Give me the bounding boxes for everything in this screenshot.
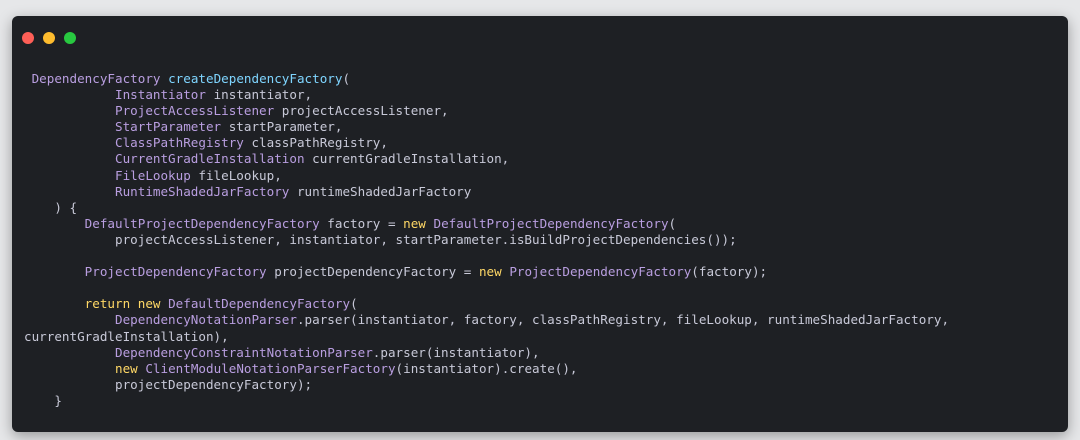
code-line: RuntimeShadedJarFactory runtimeShadedJar…	[24, 184, 949, 200]
code-token: currentGradleInstallation,	[304, 151, 510, 167]
code-token: projectAccessListener, instantiator, sta…	[24, 231, 737, 247]
code-line: }	[24, 393, 949, 409]
code-token: fileLookup,	[190, 167, 282, 183]
code-token: ) {	[24, 199, 78, 215]
code-token: CurrentGradleInstallation	[24, 151, 305, 167]
code-token: currentGradleInstallation),	[24, 328, 229, 344]
code-token: ClassPathRegistry	[24, 135, 244, 151]
code-token: (	[668, 215, 677, 231]
window-controls	[22, 32, 76, 44]
code-line: projectDependencyFactory);	[24, 377, 949, 393]
code-line: projectAccessListener, instantiator, sta…	[24, 232, 949, 248]
code-line: FileLookup fileLookup,	[24, 168, 949, 184]
code-token: startParameter,	[221, 119, 343, 135]
minimize-button[interactable]	[43, 32, 55, 44]
code-line: ClassPathRegistry classPathRegistry,	[24, 135, 949, 151]
code-token: projectDependencyFactory	[266, 264, 464, 280]
code-token: (	[350, 296, 358, 312]
code-line: new ClientModuleNotationParserFactory(in…	[24, 361, 949, 377]
code-token: .parser(instantiator, factory, classPath…	[296, 312, 950, 328]
code-token: ProjectDependencyFactory	[509, 264, 692, 280]
code-token: factory	[319, 215, 388, 231]
code-line: DependencyNotationParser.parser(instanti…	[24, 312, 949, 328]
code-token: new	[403, 215, 426, 231]
close-button[interactable]	[22, 32, 34, 44]
code-line: ) {	[24, 200, 949, 216]
code-token: DependencyNotationParser	[24, 312, 297, 328]
code-token: RuntimeShadedJarFactory	[24, 183, 290, 199]
code-token: Instantiator	[24, 87, 206, 103]
code-line: DependencyFactory createDependencyFactor…	[24, 71, 949, 87]
code-token: .parser(instantiator),	[372, 344, 540, 360]
code-token: projectAccessListener,	[274, 103, 449, 119]
code-block: DependencyFactory createDependencyFactor…	[24, 71, 949, 409]
code-token: (	[342, 71, 351, 86]
code-token: DefaultDependencyFactory	[168, 296, 351, 312]
code-token: =	[387, 215, 396, 231]
code-token: (factory);	[691, 264, 768, 280]
code-token: return new	[24, 296, 161, 312]
code-line: CurrentGradleInstallation currentGradleI…	[24, 151, 949, 167]
code-token: ProjectAccessListener	[24, 103, 275, 119]
code-line: return new DefaultDependencyFactory(	[24, 296, 949, 312]
code-token: DefaultProjectDependencyFactory	[24, 215, 320, 231]
code-token: FileLookup	[24, 167, 191, 183]
code-window: DependencyFactory createDependencyFactor…	[12, 16, 1068, 432]
code-token: ProjectDependencyFactory	[24, 264, 267, 280]
code-token: instantiator,	[205, 87, 313, 103]
code-token: new	[478, 264, 502, 280]
code-line: ProjectAccessListener projectAccessListe…	[24, 103, 949, 119]
code-line: StartParameter startParameter,	[24, 119, 949, 135]
code-token: StartParameter	[24, 119, 222, 135]
code-line: DependencyConstraintNotationParser.parse…	[24, 345, 949, 361]
code-token: }	[24, 392, 62, 408]
code-token: new	[24, 360, 138, 376]
code-line: DefaultProjectDependencyFactory factory …	[24, 216, 949, 232]
code-token: DependencyConstraintNotationParser	[24, 344, 373, 360]
maximize-button[interactable]	[64, 32, 76, 44]
code-token: DefaultProjectDependencyFactory	[433, 215, 669, 231]
code-line: ProjectDependencyFactory projectDependen…	[24, 264, 949, 280]
code-token: (instantiator).create(),	[395, 360, 578, 376]
code-token: ClientModuleNotationParserFactory	[145, 360, 396, 376]
code-token: projectDependencyFactory);	[24, 376, 313, 392]
code-line: currentGradleInstallation),	[24, 329, 949, 345]
code-token: createDependencyFactory	[168, 71, 343, 86]
code-token: classPathRegistry,	[243, 135, 388, 151]
code-token: DependencyFactory	[24, 71, 161, 86]
code-token: runtimeShadedJarFactory	[289, 183, 472, 199]
code-line: Instantiator instantiator,	[24, 87, 949, 103]
